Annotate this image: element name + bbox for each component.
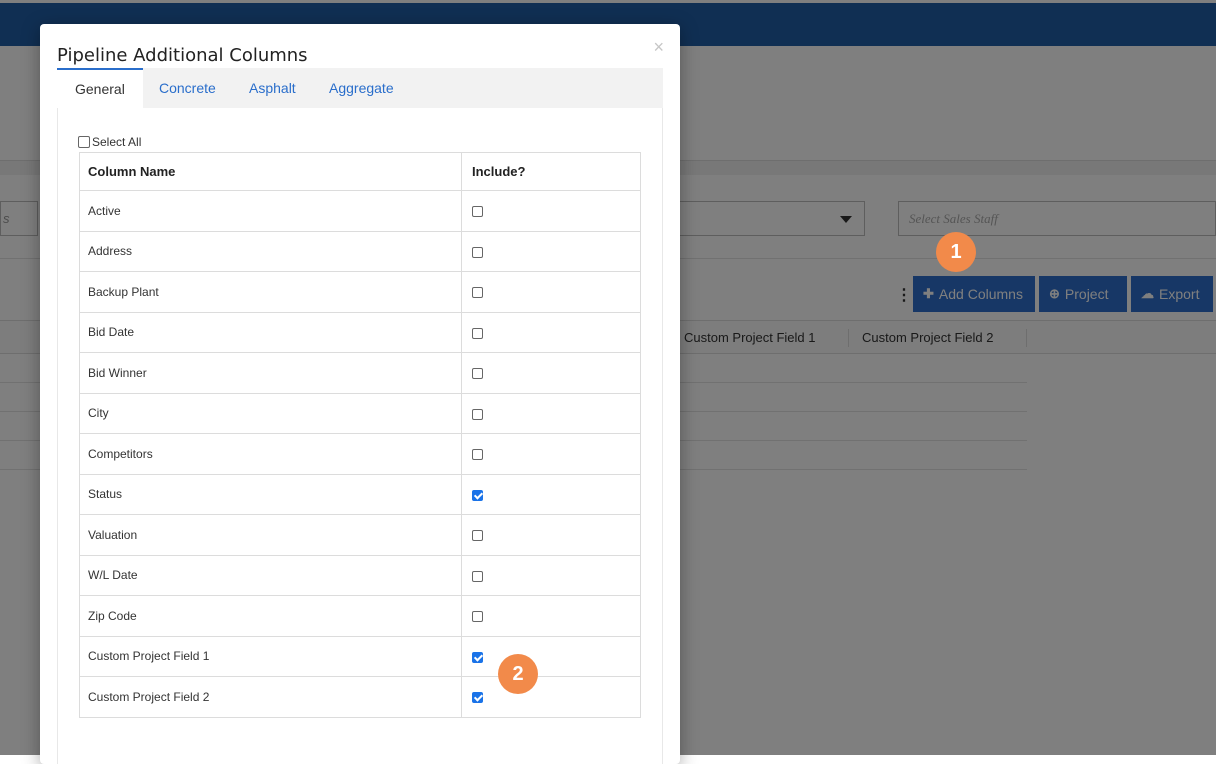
column-name-cell: Competitors bbox=[79, 433, 462, 475]
select-all-control[interactable]: Select All bbox=[78, 135, 141, 149]
tab-aggregate[interactable]: Aggregate bbox=[311, 68, 412, 108]
include-checkbox[interactable] bbox=[472, 530, 483, 542]
column-name-cell: Custom Project Field 1 bbox=[79, 635, 462, 677]
table-row: City bbox=[79, 392, 641, 434]
column-name-cell: Valuation bbox=[79, 514, 462, 556]
select-all-label: Select All bbox=[92, 135, 142, 149]
step-badge-1: 1 bbox=[936, 232, 976, 272]
column-name-cell: Backup Plant bbox=[79, 271, 462, 313]
table-row: Backup Plant bbox=[79, 271, 641, 313]
include-checkbox[interactable] bbox=[472, 246, 483, 258]
include-cell bbox=[461, 190, 641, 232]
include-cell bbox=[461, 271, 641, 313]
include-cell bbox=[461, 433, 641, 475]
column-name-header: Column Name bbox=[79, 152, 462, 191]
include-cell bbox=[461, 352, 641, 394]
include-checkbox[interactable] bbox=[472, 287, 483, 299]
tab-asphalt[interactable]: Asphalt bbox=[231, 68, 314, 108]
include-checkbox[interactable] bbox=[472, 489, 483, 501]
table-row: Bid Date bbox=[79, 311, 641, 353]
table-row: Active bbox=[79, 190, 641, 232]
column-name-cell: Bid Date bbox=[79, 311, 462, 353]
column-name-cell: Bid Winner bbox=[79, 352, 462, 394]
column-name-cell: City bbox=[79, 392, 462, 434]
include-checkbox[interactable] bbox=[472, 692, 483, 704]
column-name-cell: W/L Date bbox=[79, 554, 462, 596]
table-row: Custom Project Field 1 bbox=[79, 635, 641, 677]
column-name-cell: Custom Project Field 2 bbox=[79, 676, 462, 718]
include-checkbox[interactable] bbox=[472, 449, 483, 461]
table-row: W/L Date bbox=[79, 554, 641, 596]
table-row: Address bbox=[79, 230, 641, 272]
table-row: Custom Project Field 2 bbox=[79, 676, 641, 718]
include-checkbox[interactable] bbox=[472, 408, 483, 420]
close-icon[interactable]: × bbox=[653, 38, 664, 56]
include-header: Include? bbox=[461, 152, 641, 191]
include-checkbox[interactable] bbox=[472, 327, 483, 339]
select-all-checkbox[interactable] bbox=[78, 136, 90, 148]
include-cell bbox=[461, 635, 641, 677]
column-name-cell: Zip Code bbox=[79, 595, 462, 637]
tab-concrete[interactable]: Concrete bbox=[141, 68, 234, 108]
columns-table-header-row: Column Name Include? bbox=[79, 152, 641, 191]
include-cell bbox=[461, 311, 641, 353]
include-checkbox[interactable] bbox=[472, 206, 483, 218]
include-cell bbox=[461, 595, 641, 637]
include-cell bbox=[461, 676, 641, 718]
column-name-cell: Status bbox=[79, 473, 462, 515]
include-checkbox[interactable] bbox=[472, 368, 483, 380]
table-row: Zip Code bbox=[79, 595, 641, 637]
table-row: Valuation bbox=[79, 514, 641, 556]
include-cell bbox=[461, 473, 641, 515]
step-badge-2: 2 bbox=[498, 654, 538, 694]
include-checkbox[interactable] bbox=[472, 651, 483, 663]
pipeline-additional-columns-dialog: Pipeline Additional Columns × General Co… bbox=[40, 24, 680, 764]
columns-table: Column Name Include? Active Address Backup… bbox=[79, 152, 641, 718]
include-checkbox[interactable] bbox=[472, 611, 483, 623]
table-row: Competitors bbox=[79, 433, 641, 475]
include-cell bbox=[461, 554, 641, 596]
include-cell bbox=[461, 514, 641, 556]
table-row: Status bbox=[79, 473, 641, 515]
include-cell bbox=[461, 392, 641, 434]
column-name-cell: Address bbox=[79, 230, 462, 272]
tab-general[interactable]: General bbox=[57, 68, 143, 108]
table-row: Bid Winner bbox=[79, 352, 641, 394]
dialog-title: Pipeline Additional Columns bbox=[57, 45, 308, 66]
dialog-tab-bar: General Concrete Asphalt Aggregate bbox=[57, 68, 663, 108]
include-cell bbox=[461, 230, 641, 272]
include-checkbox[interactable] bbox=[472, 570, 483, 582]
column-name-cell: Active bbox=[79, 190, 462, 232]
